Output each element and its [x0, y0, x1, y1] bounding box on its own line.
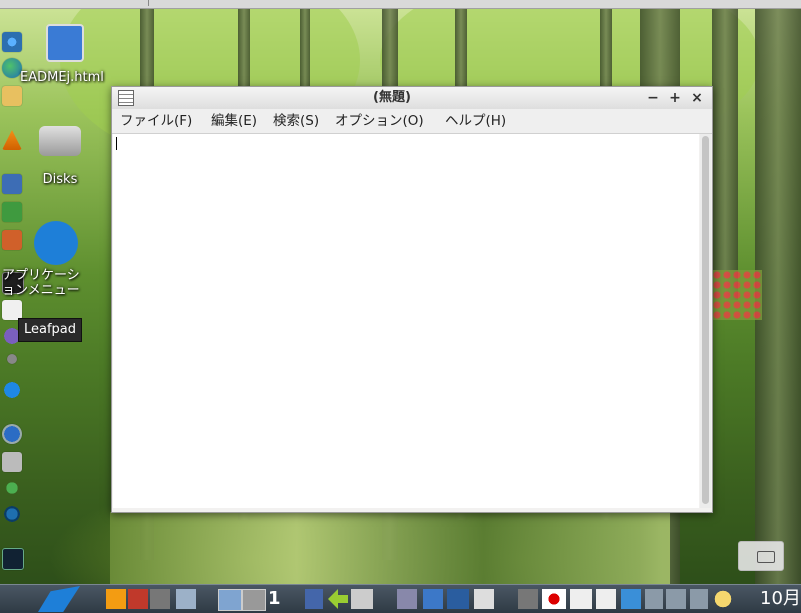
swirl-icon[interactable]: [2, 504, 22, 524]
camera-icon[interactable]: [150, 589, 170, 609]
menu-bar: ファイル(F) 編集(E) 検索(S) オプション(O) ヘルプ(H): [112, 109, 712, 134]
menu-options[interactable]: オプション(O): [335, 109, 424, 133]
desktop-icon-label-line2: ョンメニュー: [2, 283, 80, 298]
app-launcher-1-icon[interactable]: [305, 589, 323, 609]
volume-icon[interactable]: [645, 589, 663, 609]
text-editor-area[interactable]: [113, 134, 699, 508]
desktop-icon-application-menu[interactable]: アプリケーシ ョンメニュー: [2, 221, 110, 298]
desktop-icon-readme[interactable]: EADMEj.html: [20, 24, 110, 85]
show-desktop-icon[interactable]: [176, 589, 196, 609]
close-button[interactable]: ×: [688, 89, 706, 107]
globe-icon[interactable]: [2, 58, 22, 78]
back-arrow-icon[interactable]: [328, 589, 348, 609]
network-icon[interactable]: [621, 589, 641, 609]
text-caret: [116, 137, 117, 150]
desktop-icon-label: EADMEj.html: [20, 70, 104, 85]
scrollbar-thumb[interactable]: [702, 136, 709, 504]
vlc-icon[interactable]: [2, 130, 22, 150]
sync-arrows-icon[interactable]: [690, 589, 708, 609]
chromium-icon[interactable]: [2, 32, 22, 52]
battery-icon[interactable]: [666, 589, 686, 609]
keyboard-icon: [757, 551, 775, 563]
menu-help[interactable]: ヘルプ(H): [445, 109, 506, 133]
lubuntu-logo-icon: [34, 221, 78, 265]
menu-edit[interactable]: 編集(E): [211, 109, 257, 133]
menu-search[interactable]: 検索(S): [273, 109, 319, 133]
cursor-icon[interactable]: [397, 589, 417, 609]
settings-icon[interactable]: [106, 589, 126, 609]
leafpad-icon[interactable]: [2, 300, 22, 320]
writer-icon[interactable]: [2, 174, 22, 194]
workspace-1[interactable]: [218, 589, 242, 611]
r-language-icon[interactable]: [2, 424, 22, 444]
settings-gear-icon[interactable]: [2, 452, 22, 472]
onscreen-keyboard-button[interactable]: [738, 541, 784, 571]
desktop-icon-label: Disks: [42, 172, 78, 187]
screenshot-icon[interactable]: [128, 589, 148, 609]
updates-icon[interactable]: [712, 589, 734, 609]
disk-drive-icon: [39, 126, 81, 156]
input-method-icon[interactable]: [570, 589, 592, 609]
camera-tray-icon[interactable]: [518, 589, 538, 609]
minimize-button[interactable]: −: [644, 89, 662, 107]
workspace-2[interactable]: [242, 589, 266, 611]
keyboard-layout-icon[interactable]: [474, 589, 494, 609]
game-controller-icon[interactable]: [351, 589, 373, 609]
system-monitor-icon[interactable]: [2, 548, 24, 570]
clock[interactable]: 10月: [760, 587, 801, 609]
leafpad-tooltip: Leafpad: [18, 318, 82, 342]
flowers: [712, 270, 762, 320]
maximize-button[interactable]: +: [666, 89, 684, 107]
mail-icon[interactable]: [2, 86, 22, 106]
info-icon[interactable]: [596, 589, 616, 609]
japan-flag-icon[interactable]: [542, 589, 566, 609]
calc-icon[interactable]: [2, 202, 22, 222]
desktop-icon-disks[interactable]: Disks: [30, 126, 90, 187]
desktop-icon-label-line1: アプリケーシ: [2, 268, 80, 283]
leafpad-window: (無題) − + × ファイル(F) 編集(E) 検索(S) オプション(O) …: [111, 86, 713, 513]
left-dock: [0, 28, 24, 584]
pond: [110, 512, 670, 584]
top-panel-strip: [0, 0, 801, 9]
home-folder-icon[interactable]: [423, 589, 443, 609]
web-page-icon: [46, 24, 84, 62]
window-titlebar[interactable]: (無題) − + ×: [112, 87, 712, 110]
taskbar: 1 10月: [0, 584, 801, 613]
molecule-icon[interactable]: [2, 478, 22, 498]
start-menu-button[interactable]: [38, 586, 80, 612]
monitor-icon[interactable]: [447, 589, 469, 609]
lubuntu-icon[interactable]: [2, 380, 22, 400]
vertical-scrollbar[interactable]: [700, 134, 711, 508]
workspace-number: 1: [268, 588, 281, 609]
menu-file[interactable]: ファイル(F): [120, 109, 192, 133]
dot-icon[interactable]: [7, 354, 17, 364]
window-title: (無題): [373, 90, 411, 105]
